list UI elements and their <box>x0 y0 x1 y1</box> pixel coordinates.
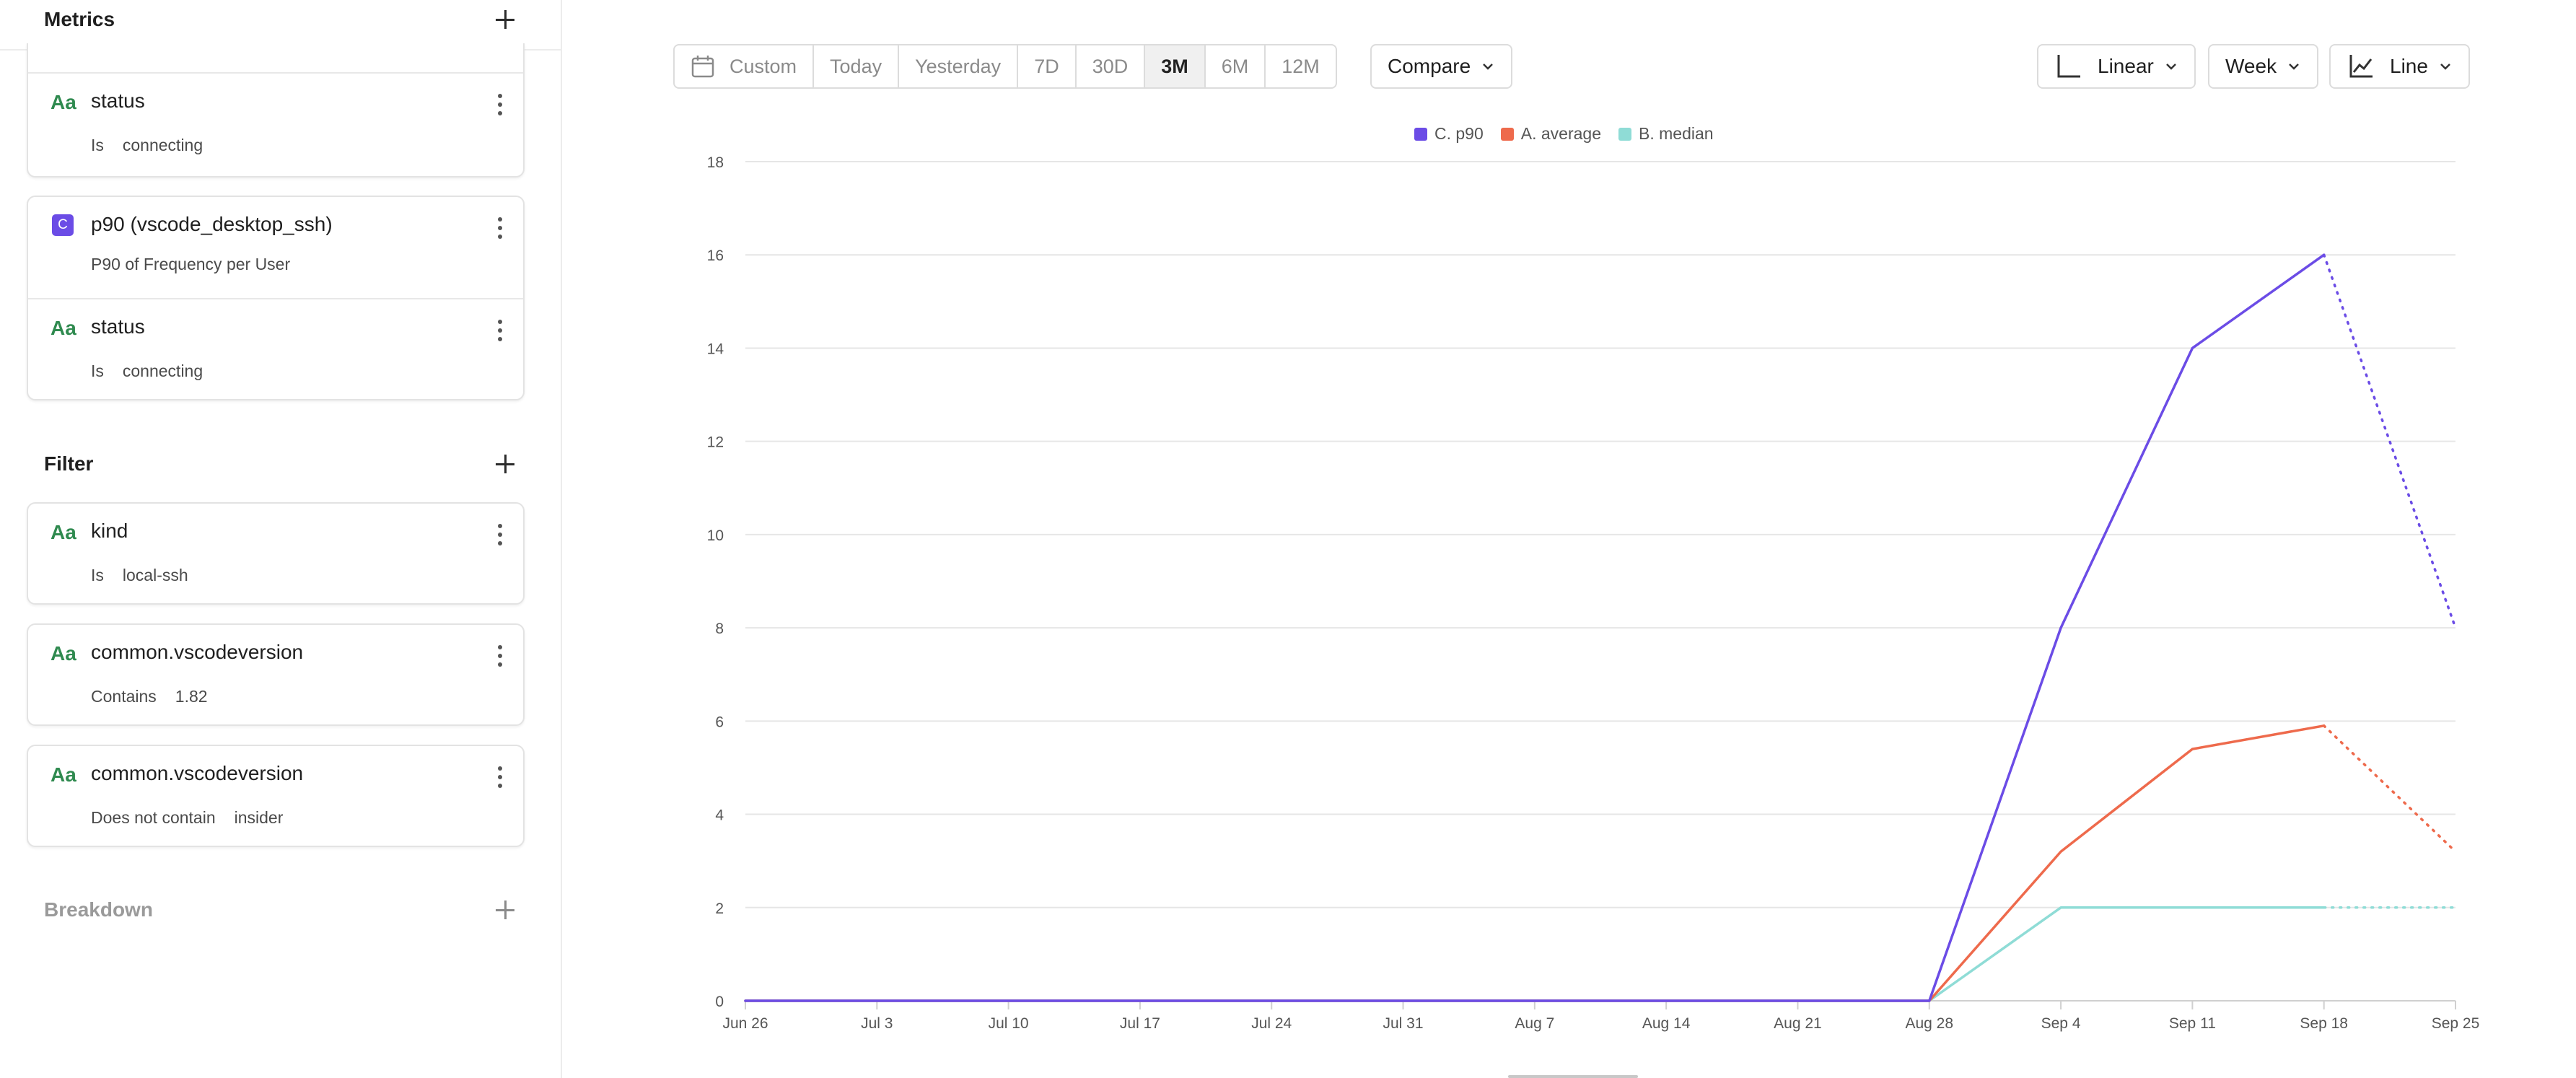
x-tick-label: Jul 31 <box>1383 1015 1424 1032</box>
x-tick-label: Jul 17 <box>1120 1015 1160 1032</box>
x-tick-label: Aug 21 <box>1774 1015 1822 1032</box>
x-tick-label: Aug 7 <box>1515 1015 1554 1032</box>
y-tick-label: 8 <box>715 621 724 637</box>
x-tick-label: Sep 11 <box>2169 1015 2216 1032</box>
line-chart: 0 2 4 6 8 10 12 14 16 18 Jun 26 Jul 3 Jul 10 Jul 17 Ju… <box>707 154 2480 1032</box>
x-tick-label: Jul 3 <box>861 1015 893 1032</box>
x-tick-label: Jul 24 <box>1251 1015 1292 1032</box>
y-tick-label: 14 <box>707 341 724 357</box>
y-tick-label: 4 <box>715 807 724 824</box>
x-tick-label: Jun 26 <box>722 1015 768 1032</box>
x-tick-label: Aug 28 <box>1905 1015 1953 1032</box>
x-tick-label: Sep 25 <box>2432 1015 2480 1032</box>
y-tick-label: 2 <box>715 900 724 917</box>
y-tick-label: 18 <box>707 154 724 171</box>
x-tick-label: Jul 10 <box>989 1015 1029 1032</box>
y-tick-label: 6 <box>715 714 724 730</box>
series-line <box>744 906 2326 1002</box>
horizontal-scrollbar[interactable] <box>1508 1075 1638 1078</box>
x-tick-label: Sep 4 <box>2041 1015 2081 1032</box>
y-tick-label: 0 <box>715 994 724 1010</box>
x-tick-label: Sep 18 <box>2300 1015 2348 1032</box>
y-tick-label: 12 <box>707 434 724 451</box>
y-tick-label: 10 <box>707 527 724 544</box>
y-tick-label: 16 <box>707 247 724 264</box>
series-line <box>744 724 2326 1002</box>
x-tick-label: Aug 14 <box>1642 1015 1691 1032</box>
series-line-incomplete <box>2322 724 2457 853</box>
